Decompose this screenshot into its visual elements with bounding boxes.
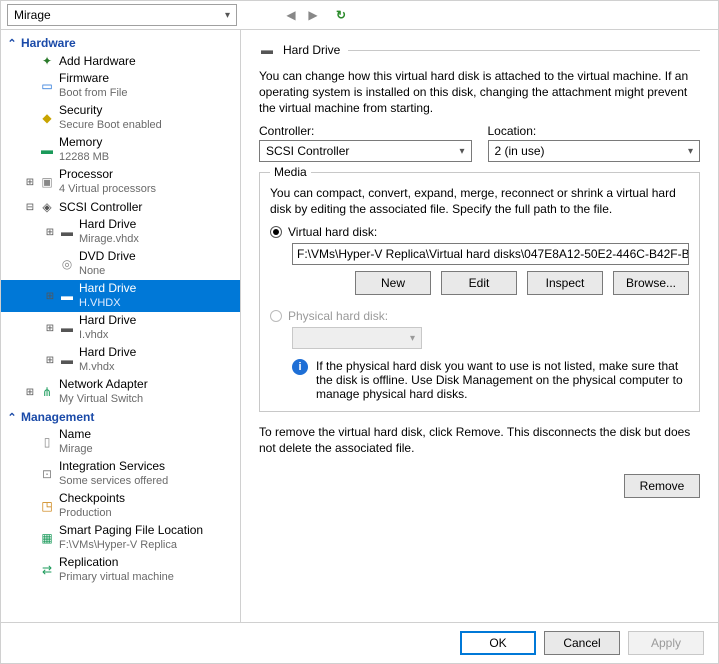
sidebar-item-dvd[interactable]: ◎ DVD Drive None [1,248,240,280]
browse-button[interactable]: Browse... [613,271,689,295]
sidebar-item-checkpoints[interactable]: ◳ Checkpoints Production [1,490,240,522]
panel-description: You can change how this virtual hard dis… [259,68,700,116]
radio-icon [270,310,282,322]
media-legend: Media [270,165,311,179]
vhd-radio[interactable]: Virtual hard disk: [270,225,689,239]
expand-icon: ⊞ [25,175,35,190]
location-select[interactable]: 2 (in use) ▾ [488,140,701,162]
nav-back-button[interactable]: ◀ [281,5,301,25]
new-button[interactable]: New [355,271,431,295]
edit-button[interactable]: Edit [441,271,517,295]
controller-label: Controller: [259,124,472,138]
sidebar-item-harddrive-2[interactable]: ⊞▬ Hard Drive H.VHDX [1,280,240,312]
remove-description: To remove the virtual hard disk, click R… [259,424,700,456]
location-label: Location: [488,124,701,138]
apply-button: Apply [628,631,704,655]
vhd-path-input[interactable]: F:\VMs\Hyper-V Replica\Virtual hard disk… [292,243,689,265]
refresh-button[interactable]: ↻ [331,5,351,25]
chevron-down-icon: ▾ [688,146,693,157]
sidebar-item-network[interactable]: ⊞⋔ Network Adapter My Virtual Switch [1,376,240,408]
shield-icon: ◆ [39,110,55,126]
chevron-down-icon: ▾ [225,10,230,21]
sidebar-item-security[interactable]: ◆ Security Secure Boot enabled [1,102,240,134]
sidebar-item-processor[interactable]: ⊞▣ Processor 4 Virtual processors [1,166,240,198]
ok-button[interactable]: OK [460,631,536,655]
chevron-down-icon: ▾ [410,333,415,344]
harddrive-icon: ▬ [259,42,275,58]
dvd-icon: ◎ [59,256,75,272]
expand-icon: ⊞ [25,385,35,400]
harddrive-icon: ▬ [59,288,75,304]
harddrive-icon: ▬ [59,320,75,336]
sidebar-item-firmware[interactable]: ▭ Firmware Boot from File [1,70,240,102]
physical-disk-radio: Physical hard disk: [270,309,689,323]
firmware-icon: ▭ [39,78,55,94]
sidebar-item-scsi[interactable]: ⊟◈ SCSI Controller [1,198,240,216]
vm-selector[interactable]: Mirage ▾ [7,4,237,26]
info-icon: i [292,359,308,375]
paging-icon: ▦ [39,530,55,546]
section-management[interactable]: ⌃ Management [1,408,240,426]
panel-title: Hard Drive [283,43,340,57]
section-hardware[interactable]: ⌃ Hardware [1,34,240,52]
checkpoint-icon: ◳ [39,498,55,514]
cpu-icon: ▣ [39,174,55,190]
expand-icon: ⊞ [45,225,55,240]
sidebar-item-harddrive-4[interactable]: ⊞▬ Hard Drive M.vhdx [1,344,240,376]
remove-button[interactable]: Remove [624,474,700,498]
divider [348,50,700,51]
media-description: You can compact, convert, expand, merge,… [270,185,689,217]
harddrive-icon: ▬ [59,224,75,240]
vm-name: Mirage [14,8,51,22]
sidebar-item-harddrive-1[interactable]: ⊞▬ Hard Drive Mirage.vhdx [1,216,240,248]
radio-icon [270,226,282,238]
media-group: Media You can compact, convert, expand, … [259,172,700,412]
sidebar-item-memory[interactable]: ▬ Memory 12288 MB [1,134,240,166]
expand-icon: ⊞ [45,353,55,368]
network-icon: ⋔ [39,384,55,400]
expand-icon: ⊞ [45,289,55,304]
nav-forward-button[interactable]: ▶ [303,5,323,25]
sidebar-item-add-hardware[interactable]: ✦ Add Hardware [1,52,240,70]
physical-disk-select: ▾ [292,327,422,349]
sidebar-item-smart-paging[interactable]: ▦ Smart Paging File Location F:\VMs\Hype… [1,522,240,554]
sidebar-item-harddrive-3[interactable]: ⊞▬ Hard Drive I.vhdx [1,312,240,344]
expand-icon: ⊞ [45,321,55,336]
add-hardware-icon: ✦ [39,53,55,69]
sidebar-item-replication[interactable]: ⇄ Replication Primary virtual machine [1,554,240,586]
memory-icon: ▬ [39,142,55,158]
replication-icon: ⇄ [39,562,55,578]
integration-icon: ⊡ [39,466,55,482]
collapse-icon: ⊟ [25,200,35,215]
chevron-down-icon: ▾ [459,146,464,157]
sidebar-item-name[interactable]: ▯ Name Mirage [1,426,240,458]
cancel-button[interactable]: Cancel [544,631,620,655]
collapse-icon: ⌃ [7,37,17,50]
controller-select[interactable]: SCSI Controller ▾ [259,140,472,162]
settings-tree[interactable]: ⌃ Hardware ✦ Add Hardware ▭ Firmware Boo… [1,30,241,622]
inspect-button[interactable]: Inspect [527,271,603,295]
physical-disk-info: If the physical hard disk you want to us… [316,359,689,401]
harddrive-icon: ▬ [59,352,75,368]
controller-icon: ◈ [39,199,55,215]
name-icon: ▯ [39,434,55,450]
sidebar-item-integration[interactable]: ⊡ Integration Services Some services off… [1,458,240,490]
collapse-icon: ⌃ [7,411,17,424]
